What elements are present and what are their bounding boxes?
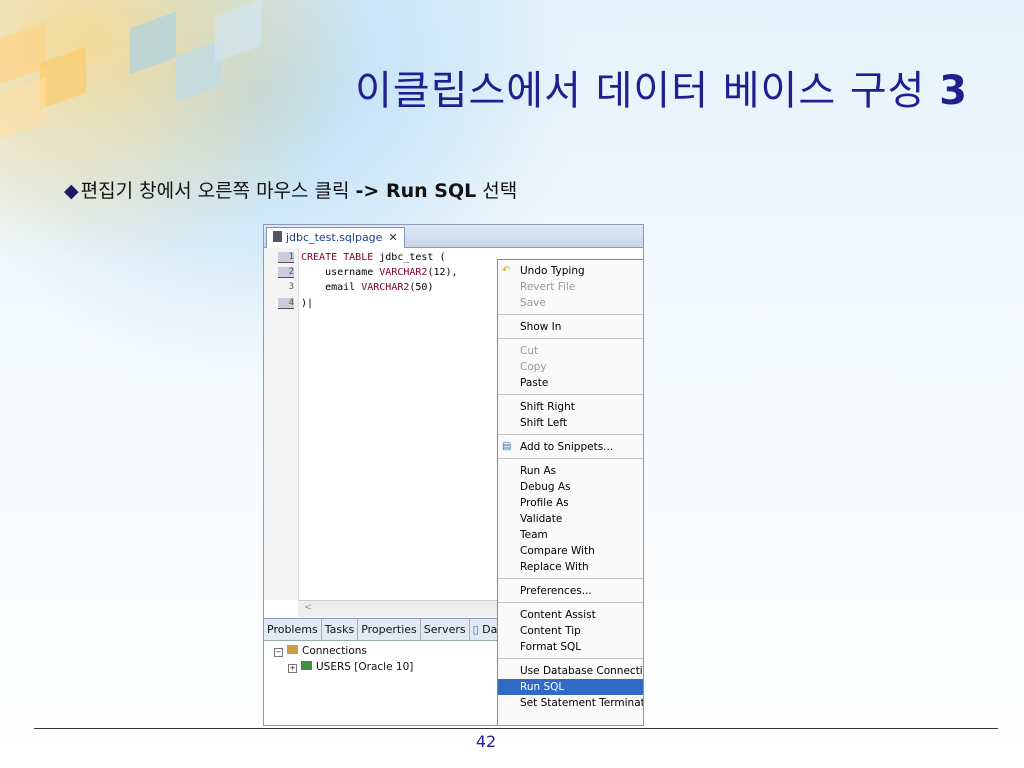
code-text: jdbc_test ( <box>373 252 446 263</box>
code-type: VARCHAR2 <box>379 267 428 278</box>
tab-tasks[interactable]: Tasks <box>322 619 359 640</box>
bullet-bold: -> Run SQL <box>355 180 477 202</box>
code-text: email <box>301 282 362 293</box>
line-number: 4 <box>278 298 294 309</box>
menu-item-show-in[interactable]: Show In <box>498 319 643 335</box>
code-text: username <box>301 267 380 278</box>
tree-label: Connections <box>302 645 367 657</box>
bullet-text: 편집기 창에서 오른쪽 마우스 클릭 <box>80 180 356 202</box>
tab-problems[interactable]: Problems <box>264 619 322 640</box>
line-number: 3 <box>288 282 294 292</box>
tab-servers[interactable]: Servers <box>421 619 470 640</box>
close-icon[interactable]: ✕ <box>388 231 397 244</box>
menu-item-content-assist[interactable]: Content Assist <box>498 607 643 623</box>
menu-item-run-as[interactable]: Run As <box>498 463 643 479</box>
menu-item-shift-left[interactable]: Shift Left <box>498 415 643 431</box>
code-text: (12), <box>427 267 458 278</box>
undo-icon: ↶ <box>502 265 511 276</box>
menu-separator <box>498 394 643 395</box>
menu-item-run-sql[interactable]: Run SQL <box>498 679 643 695</box>
bullet-tail: 선택 <box>476 180 518 202</box>
code-line-3: email VARCHAR2(50) <box>301 282 433 293</box>
code-type: VARCHAR2 <box>361 282 410 293</box>
page-number: 42 <box>475 732 497 751</box>
menu-item-validate[interactable]: Validate <box>498 511 643 527</box>
menu-item-revert-file: Revert File <box>520 281 576 293</box>
menu-item-replace-with[interactable]: Replace With <box>498 559 643 575</box>
line-number: 2 <box>278 267 294 278</box>
snippet-icon: ▤ <box>502 441 512 452</box>
menu-item-content-tip[interactable]: Content Tip <box>498 623 643 639</box>
menu-separator <box>498 314 643 315</box>
menu-item-profile-as[interactable]: Profile As <box>498 495 643 511</box>
menu-item-cut: Cut <box>520 345 539 357</box>
menu-label: Undo Typing <box>520 265 585 277</box>
eclipse-screenshot: jdbc_test.sqlpage ✕ 1 2 3 4 CREATE TABLE … <box>263 224 644 726</box>
menu-separator <box>498 434 643 435</box>
menu-item-compare-with[interactable]: Compare With <box>498 543 643 559</box>
line-number: 1 <box>278 252 294 263</box>
code-line-2: username VARCHAR2(12), <box>301 267 458 278</box>
menu-item-preferences[interactable]: Preferences... <box>498 583 643 599</box>
expand-icon[interactable]: + <box>288 664 297 673</box>
menu-separator <box>498 658 643 659</box>
menu-separator <box>498 602 643 603</box>
menu-separator <box>498 578 643 579</box>
menu-item-copy: Copy <box>520 361 547 373</box>
menu-separator <box>498 338 643 339</box>
tab-data-label: Da <box>482 623 498 636</box>
menu-item-use-database-connection[interactable]: Use Database Connectio <box>498 663 643 679</box>
menu-label: Add to Snippets... <box>520 441 614 453</box>
menu-item-team[interactable]: Team <box>498 527 643 543</box>
menu-item-debug-as[interactable]: Debug As <box>498 479 643 495</box>
slide-title-text: 이클립스에서 데이터 베이스 구성 <box>355 68 940 114</box>
connection-icon <box>301 661 312 670</box>
code-line-4: )| <box>301 298 314 309</box>
editor-tab-label: jdbc_test.sqlpage <box>286 231 383 244</box>
line-number-gutter: 1 2 3 4 <box>264 248 299 600</box>
menu-item-format-sql[interactable]: Format SQL <box>498 639 643 655</box>
collapse-icon[interactable]: − <box>274 648 283 657</box>
footer-divider <box>34 728 998 729</box>
editor-tab-bar: jdbc_test.sqlpage ✕ <box>264 225 643 248</box>
editor-tab[interactable]: jdbc_test.sqlpage ✕ <box>266 227 405 248</box>
menu-item-add-to-snippets[interactable]: ▤ Add to Snippets... <box>498 439 643 455</box>
bullet-point: ◆ 편집기 창에서 오른쪽 마우스 클릭 -> Run SQL 선택 <box>64 176 517 203</box>
slide-title-number: 3 <box>939 68 968 114</box>
slide-title: 이클립스에서 데이터 베이스 구성 3 <box>355 58 968 116</box>
code-keyword: CREATE TABLE <box>301 252 374 263</box>
code-text: (50) <box>409 282 434 293</box>
tab-data-source[interactable]: ▯ Da <box>470 619 501 640</box>
menu-separator <box>498 458 643 459</box>
menu-item-paste[interactable]: Paste <box>498 375 643 391</box>
file-icon <box>273 231 282 242</box>
menu-item-set-statement-terminator[interactable]: Set Statement Terminato <box>498 695 643 711</box>
tab-properties[interactable]: Properties <box>358 619 421 640</box>
diamond-bullet-icon: ◆ <box>64 180 79 202</box>
context-menu: ↶ Undo Typing Revert File Save Show In Cu… <box>497 259 643 725</box>
folder-icon <box>287 645 298 654</box>
database-icon: ▯ <box>472 623 479 636</box>
code-line-1: CREATE TABLE jdbc_test ( <box>301 252 446 263</box>
menu-item-save: Save <box>520 297 546 309</box>
tree-label: USERS [Oracle 10] <box>316 661 414 673</box>
menu-item-undo-typing[interactable]: ↶ Undo Typing <box>498 263 643 279</box>
scroll-left-icon[interactable]: < <box>304 602 312 613</box>
menu-item-shift-right[interactable]: Shift Right <box>498 399 643 415</box>
